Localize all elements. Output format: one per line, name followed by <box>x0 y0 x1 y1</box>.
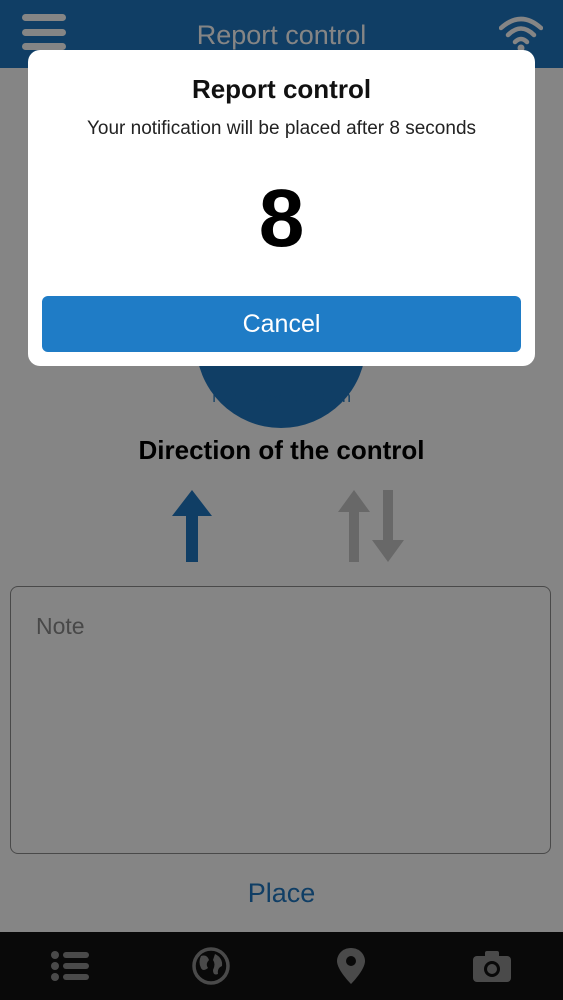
cancel-button[interactable]: Cancel <box>42 296 521 352</box>
report-control-dialog: Report control Your notification will be… <box>28 50 535 366</box>
dialog-title: Report control <box>191 74 372 104</box>
countdown-number: 8 <box>258 173 305 264</box>
dialog-message: Your notification will be placed after 8… <box>86 118 477 139</box>
